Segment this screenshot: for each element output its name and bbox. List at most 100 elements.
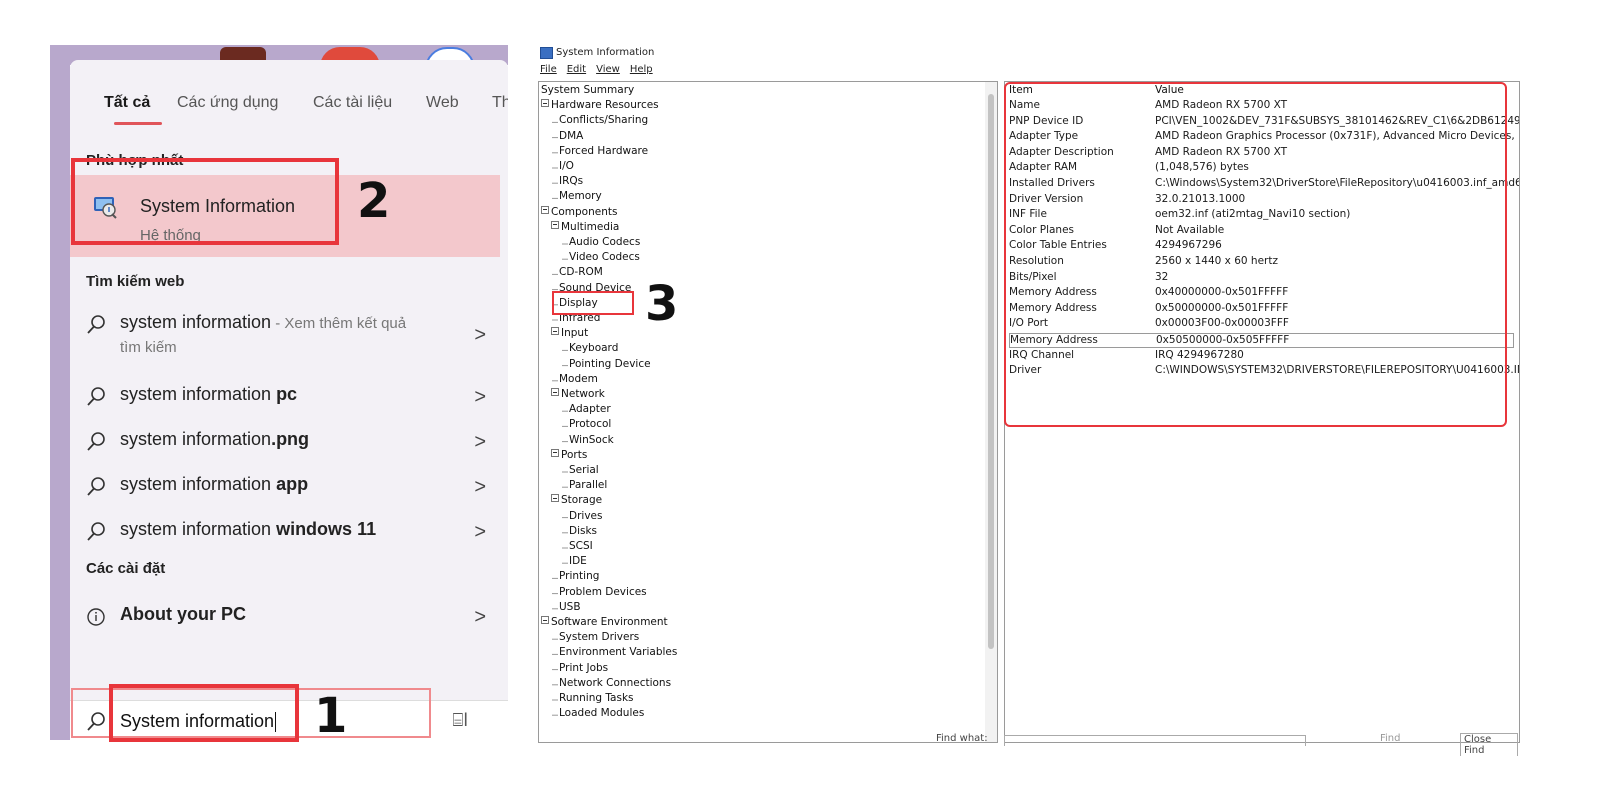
- tree-node-label: I/O: [559, 160, 574, 172]
- info-icon: [87, 608, 105, 626]
- search-icon: [87, 522, 105, 541]
- tree-node-label: Forced Hardware: [559, 144, 649, 157]
- settings-heading: Các cài đặt: [86, 560, 166, 577]
- tree-node[interactable]: Multimedia: [551, 220, 620, 233]
- tree-node[interactable]: Loaded Modules: [559, 707, 644, 719]
- tree-node-label: Network: [561, 388, 605, 400]
- tree-node[interactable]: I/O: [559, 160, 574, 172]
- tree-node[interactable]: Network Connections: [559, 677, 671, 689]
- tree-node[interactable]: Environment Variables: [559, 646, 677, 658]
- web-result[interactable]: system information app >: [86, 472, 486, 516]
- tree-node-label: Disks: [569, 524, 598, 537]
- tree-node[interactable]: Storage: [551, 494, 602, 506]
- details-highlight-box: [1004, 82, 1507, 427]
- tree-node[interactable]: Printing: [559, 570, 599, 582]
- tree-node[interactable]: Disks: [569, 525, 597, 537]
- tree-node[interactable]: IDE: [569, 555, 587, 567]
- web-result-query: system information: [120, 474, 277, 494]
- category-tree[interactable]: System Summary Hardware Resources Conflict…: [538, 81, 998, 743]
- tab-apps[interactable]: Các ứng dụng: [177, 94, 278, 112]
- web-result[interactable]: system information windows 11 >: [86, 517, 486, 561]
- tree-node[interactable]: Problem Devices: [559, 586, 647, 598]
- callout-number-2: 2: [357, 173, 391, 229]
- tree-node[interactable]: Pointing Device: [569, 358, 651, 370]
- tab-web[interactable]: Web: [426, 94, 459, 112]
- search-icon: [87, 477, 105, 496]
- tree-node[interactable]: USB: [559, 601, 581, 613]
- web-result-query: system information: [120, 384, 277, 404]
- tab-all[interactable]: Tất cả: [104, 94, 150, 112]
- tree-node[interactable]: Serial: [569, 464, 599, 476]
- tree-node-label: Audio Codecs: [569, 236, 641, 248]
- tab-documents[interactable]: Các tài liệu: [313, 94, 392, 112]
- web-result[interactable]: system information.png >: [86, 427, 486, 471]
- tree-node[interactable]: CD-ROM: [559, 266, 603, 278]
- menu-view[interactable]: View: [596, 64, 620, 75]
- tree-node[interactable]: Parallel: [569, 479, 607, 491]
- tree-scrollbar-thumb[interactable]: [988, 94, 994, 649]
- tree-node[interactable]: WinSock: [569, 434, 614, 446]
- tree-node-label: System Summary: [541, 84, 635, 96]
- task-view-icon[interactable]: ⌸ǀ: [453, 710, 468, 731]
- tree-node[interactable]: DMA: [559, 130, 583, 142]
- search-icon: [87, 387, 105, 406]
- tree-node[interactable]: Running Tasks: [559, 692, 634, 704]
- tree-node[interactable]: Audio Codecs: [569, 236, 640, 248]
- tree-node-label: Video Codecs: [569, 251, 640, 264]
- tab-more[interactable]: Th: [492, 94, 508, 112]
- menu-help[interactable]: Help: [630, 64, 653, 75]
- tree-node[interactable]: Protocol: [569, 418, 611, 430]
- tree-node[interactable]: System Drivers: [559, 631, 639, 643]
- tree-node[interactable]: Modem: [559, 373, 598, 385]
- tree-node-label: Storage: [561, 494, 603, 507]
- collapse-toggle-icon[interactable]: [551, 327, 559, 336]
- tree-node[interactable]: Hardware Resources: [541, 99, 659, 111]
- tree-node[interactable]: Input: [551, 327, 588, 339]
- settings-result-about-pc[interactable]: About your PC >: [86, 602, 486, 646]
- tree-node[interactable]: Forced Hardware: [559, 145, 648, 157]
- tree-node[interactable]: IRQs: [559, 175, 583, 187]
- close-find-button[interactable]: Close Find: [1460, 733, 1518, 756]
- find-bar: Find what: Find Close Find: [538, 733, 1518, 756]
- collapse-toggle-icon[interactable]: [541, 99, 549, 108]
- tree-node[interactable]: Drives: [569, 510, 602, 522]
- chevron-right-icon: >: [474, 386, 486, 408]
- menu-edit[interactable]: Edit: [567, 64, 586, 75]
- menu-file[interactable]: File: [540, 64, 557, 75]
- chevron-right-icon: >: [474, 476, 486, 498]
- collapse-toggle-icon[interactable]: [551, 220, 559, 229]
- tree-node[interactable]: Components: [541, 205, 617, 218]
- search-icon: [87, 315, 105, 334]
- tree-node-label: Drives: [569, 509, 603, 522]
- web-result[interactable]: system information - Xem thêm kết quả tì…: [86, 310, 486, 370]
- find-button[interactable]: Find: [1380, 733, 1401, 744]
- settings-result-label: About your PC: [120, 604, 246, 624]
- collapse-toggle-icon[interactable]: [551, 494, 559, 503]
- collapse-toggle-icon[interactable]: [541, 205, 549, 214]
- tree-node-label: Protocol: [569, 418, 612, 431]
- tree-node-label: System Drivers: [559, 631, 640, 644]
- collapse-toggle-icon[interactable]: [551, 448, 559, 457]
- web-result-completion: .png: [271, 429, 310, 449]
- tree-node[interactable]: Memory: [559, 190, 602, 202]
- tree-node[interactable]: Ports: [551, 448, 587, 461]
- window-title: System Information: [556, 47, 655, 58]
- find-label: Find what:: [936, 733, 988, 744]
- tree-node[interactable]: Keyboard: [569, 342, 618, 354]
- find-input[interactable]: [1004, 735, 1306, 746]
- tree-node[interactable]: Print Jobs: [559, 662, 608, 674]
- tree-node-label: USB: [559, 600, 581, 613]
- tree-scrollbar[interactable]: [985, 82, 997, 742]
- collapse-toggle-icon[interactable]: [551, 388, 559, 396]
- web-result[interactable]: system information pc >: [86, 382, 486, 426]
- tree-node-label: Multimedia: [561, 220, 620, 233]
- tree-node[interactable]: Video Codecs: [569, 251, 640, 263]
- callout-number-1: 1: [314, 688, 348, 744]
- tree-node[interactable]: Network: [551, 388, 605, 400]
- tree-node[interactable]: Software Environment: [541, 616, 668, 628]
- tree-node[interactable]: Conflicts/Sharing: [559, 114, 648, 126]
- tree-node[interactable]: SCSI: [569, 540, 593, 552]
- tree-node[interactable]: Adapter: [569, 403, 611, 415]
- tree-node[interactable]: System Summary: [541, 84, 634, 96]
- collapse-toggle-icon[interactable]: [541, 616, 549, 624]
